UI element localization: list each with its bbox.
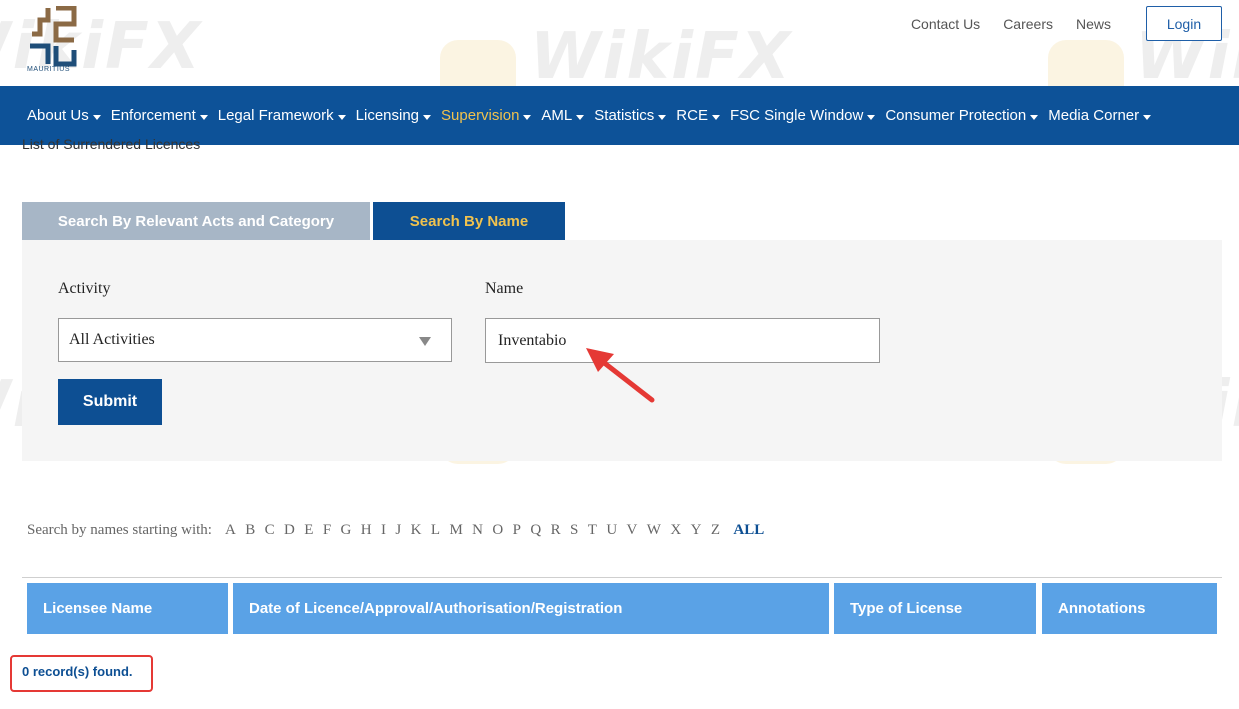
news-link[interactable]: News [1076,16,1111,32]
nav-label: Consumer Protection [885,107,1027,124]
name-input[interactable] [485,318,880,363]
careers-link[interactable]: Careers [1003,16,1053,32]
letter-link-x[interactable]: X [670,522,681,539]
nav-label: Media Corner [1048,107,1140,124]
caret-down-icon [523,114,532,120]
watermark-text: WikiFX [530,20,793,94]
letter-link-j[interactable]: J [395,522,401,539]
caret-down-icon [337,114,346,120]
letter-link-c[interactable]: C [265,522,275,539]
nav-aml[interactable]: AML [541,107,585,124]
caret-down-icon [92,114,101,120]
activity-select-value: All Activities [69,331,155,348]
main-nav: About Us Enforcement Legal Framework Lic… [0,86,1239,145]
tab-search-by-acts[interactable]: Search By Relevant Acts and Category [22,202,370,240]
nav-supervision[interactable]: Supervision [441,107,532,124]
letter-link-w[interactable]: W [647,522,661,539]
letter-all-link[interactable]: ALL [733,522,764,539]
letter-link-e[interactable]: E [304,522,313,539]
caret-down-icon [658,114,667,120]
nav-label: Licensing [355,107,420,124]
column-header-date: Date of Licence/Approval/Authorisation/R… [233,583,829,634]
letter-link-y[interactable]: Y [691,522,702,539]
alphabet-label: Search by names starting with: [27,522,212,538]
nav-licensing[interactable]: Licensing [355,107,432,124]
letter-link-k[interactable]: K [411,522,422,539]
letter-link-g[interactable]: G [341,522,352,539]
letter-link-h[interactable]: H [361,522,372,539]
annotation-highlight-box [10,655,153,692]
letter-link-d[interactable]: D [284,522,295,539]
column-header-licensee-name: Licensee Name [27,583,228,634]
letter-link-r[interactable]: R [551,522,561,539]
nav-label: RCE [676,107,708,124]
activity-select[interactable]: All Activities [58,318,452,362]
nav-about-us[interactable]: About Us [27,107,101,124]
letter-link-t[interactable]: T [588,522,597,539]
nav-label: AML [541,107,573,124]
letter-link-l[interactable]: L [431,522,440,539]
letter-link-s[interactable]: S [570,522,578,539]
letter-link-b[interactable]: B [245,522,255,539]
activity-label: Activity [58,280,111,297]
letter-link-o[interactable]: O [492,522,503,539]
dropdown-arrow-icon [419,337,431,346]
nav-consumer-protection[interactable]: Consumer Protection [885,107,1039,124]
letter-link-n[interactable]: N [472,522,483,539]
caret-down-icon [711,114,720,120]
letter-link-q[interactable]: Q [530,522,541,539]
nav-enforcement[interactable]: Enforcement [111,107,208,124]
top-links: Contact Us Careers News [911,16,1111,32]
letters-container: ABCDEFGHIJKLMNOPQRSTUVWXYZ [225,522,729,539]
nav-fsc-single-window[interactable]: FSC Single Window [729,107,876,124]
nav-media-corner[interactable]: Media Corner [1048,107,1152,124]
divider [22,577,1222,578]
caret-down-icon [199,114,208,120]
name-label: Name [485,280,524,297]
caret-down-icon [1143,114,1152,120]
login-button[interactable]: Login [1146,6,1222,41]
nav-label: Statistics [594,107,655,124]
logo-caption: MAURITIUS [27,66,70,73]
caret-down-icon [1030,114,1039,120]
annotation-arrow-icon [586,348,655,403]
contact-us-link[interactable]: Contact Us [911,16,980,32]
nav-rce[interactable]: RCE [676,107,720,124]
breadcrumb: List of Surrendered Licences [22,139,200,153]
submit-button[interactable]: Submit [58,379,162,425]
nav-statistics[interactable]: Statistics [594,107,667,124]
alphabet-filter: Search by names starting with: ABCDEFGHI… [27,522,764,539]
caret-down-icon [576,114,585,120]
letter-link-v[interactable]: V [627,522,638,539]
tab-search-by-name[interactable]: Search By Name [373,202,565,240]
nav-label: FSC Single Window [729,107,864,124]
nav-label: Enforcement [110,107,196,124]
letter-link-p[interactable]: P [513,522,521,539]
nav-label: About Us [27,107,89,124]
column-header-type: Type of License [834,583,1036,634]
letter-link-f[interactable]: F [323,522,331,539]
column-header-annotations: Annotations [1042,583,1217,634]
letter-link-i[interactable]: I [381,522,386,539]
nav-label: Legal Framework [217,107,334,124]
nav-label: Supervision [441,107,520,124]
letter-link-m[interactable]: M [449,522,462,539]
caret-down-icon [423,114,432,120]
letter-link-a[interactable]: A [225,522,236,539]
letter-link-z[interactable]: Z [711,522,720,539]
breadcrumb-text: List of Surrendered Licences [22,139,201,152]
nav-legal-framework[interactable]: Legal Framework [218,107,346,124]
letter-link-u[interactable]: U [606,522,617,539]
caret-down-icon [867,114,876,120]
